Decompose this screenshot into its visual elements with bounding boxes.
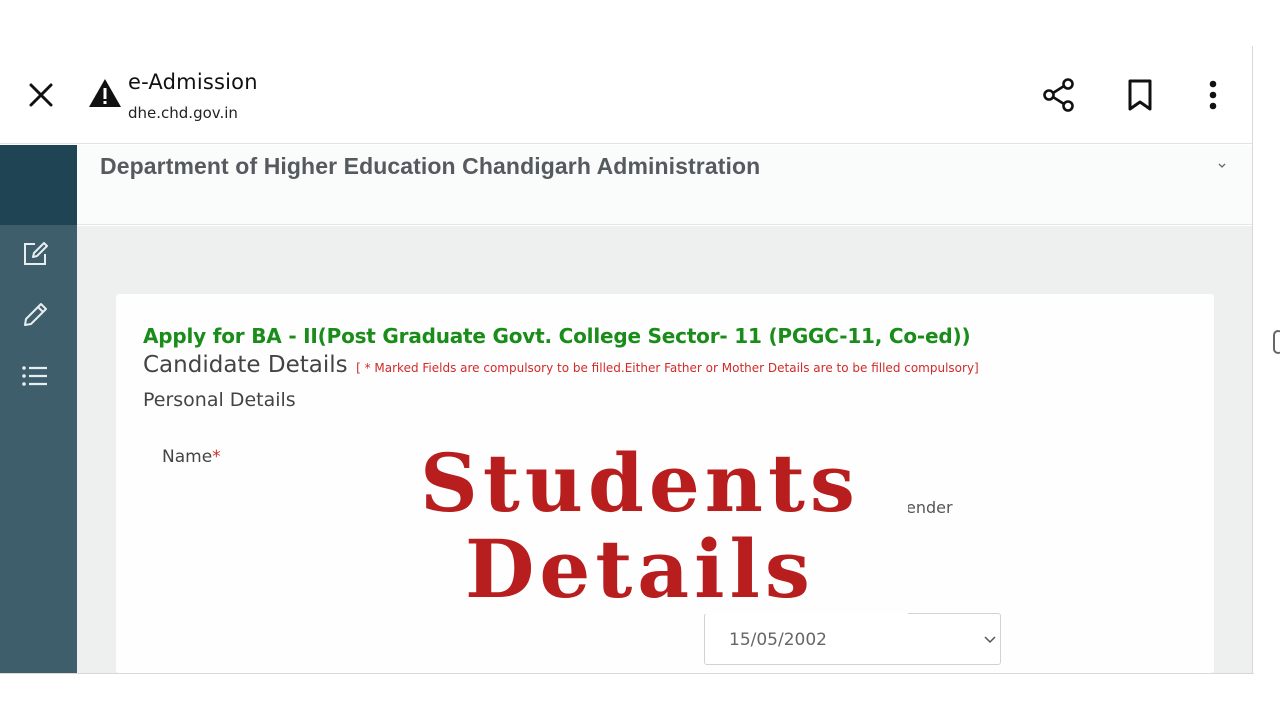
- edit-square-icon: [24, 242, 48, 265]
- close-button[interactable]: [22, 76, 60, 114]
- candidate-details-heading: Candidate Details [ * Marked Fields are …: [143, 352, 979, 378]
- bookmark-icon: [1128, 79, 1152, 111]
- sidebar: [0, 145, 77, 673]
- pencil-icon: [24, 303, 47, 326]
- site-title: e-Admission: [128, 70, 258, 94]
- sidebar-item-list[interactable]: [20, 361, 50, 391]
- name-label-text: Name: [162, 447, 213, 467]
- personal-details-heading: Personal Details: [143, 389, 296, 411]
- page-header: Department of Higher Education Chandigar…: [77, 145, 1252, 225]
- warning-icon[interactable]: [88, 78, 122, 108]
- close-icon: [29, 83, 53, 107]
- overlay-line-1: Students: [420, 436, 860, 530]
- sidebar-item-apply[interactable]: [20, 239, 50, 269]
- apply-title: Apply for BA - II(Post Graduate Govt. Co…: [143, 324, 971, 348]
- compulsory-note: [ * Marked Fields are compulsory to be f…: [356, 361, 979, 375]
- overlay-line-2: Details: [465, 522, 815, 616]
- page-title: Department of Higher Education Chandigar…: [100, 153, 761, 179]
- bookmark-button[interactable]: [1122, 76, 1158, 114]
- edge-handle: [1273, 330, 1280, 354]
- list-icon: [22, 366, 47, 386]
- custom-tab-toolbar: e-Admission dhe.chd.gov.in: [0, 46, 1252, 144]
- frame-divider: [0, 673, 1254, 674]
- section-title: Candidate Details: [143, 352, 348, 378]
- date-of-birth-value: 15/05/2002: [729, 630, 827, 650]
- gender-label: ender: [906, 498, 953, 517]
- sidebar-item-edit[interactable]: [20, 300, 50, 330]
- chevron-down-icon[interactable]: [1215, 159, 1229, 173]
- date-of-birth-select[interactable]: 15/05/2002: [704, 613, 1001, 665]
- more-options-button[interactable]: [1196, 76, 1230, 114]
- more-vertical-icon: [1209, 80, 1217, 110]
- share-icon: [1043, 78, 1074, 112]
- share-button[interactable]: [1040, 76, 1078, 114]
- sidebar-header: [0, 145, 77, 225]
- frame-divider: [1252, 46, 1253, 674]
- chevron-down-icon: [984, 636, 996, 644]
- required-mark: *: [212, 447, 221, 467]
- site-url: dhe.chd.gov.in: [128, 104, 238, 122]
- name-label: Name*: [162, 447, 221, 467]
- overlay-caption: Students Details: [372, 440, 908, 612]
